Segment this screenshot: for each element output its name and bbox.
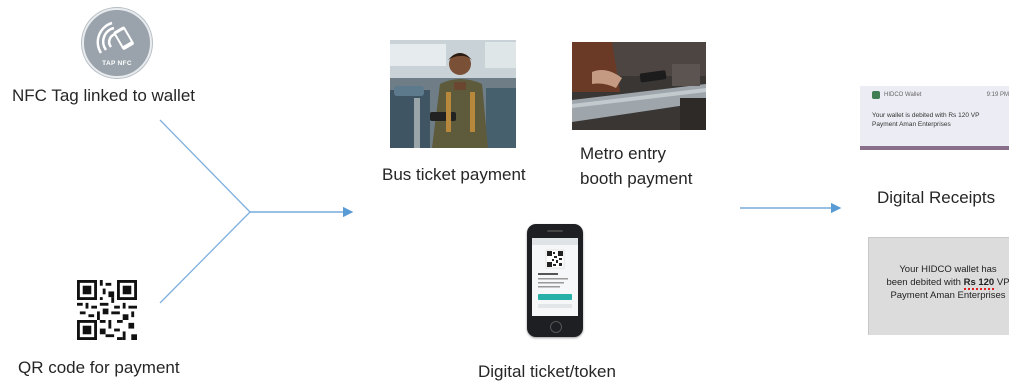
metro-label-line2: booth payment [580,169,693,188]
notification-message: Your wallet is debited with Rs 120 VP Pa… [872,111,1009,129]
sms-line2-suffix: VP [994,277,1009,288]
phone-screen [532,238,578,316]
digital-ticket-label: Digital ticket/token [478,362,616,381]
sms-line2: been debited with Rs 120 VP [868,276,1009,289]
sms-message: Your HIDCO wallet has been debited with … [868,263,1009,302]
qr-label: QR code for payment [18,358,180,377]
notification-time: 9:19 PM [986,92,1009,98]
nfc-badge-text: TAP NFC [102,60,132,67]
bus-label: Bus ticket payment [382,165,526,184]
bus-conductor-photo [390,40,516,148]
phone-home-button [550,321,562,333]
sms-line1: Your HIDCO wallet has [899,264,997,275]
wallet-notification-receipt: HIDCO Wallet 9:19 PM Your wallet is debi… [860,86,1009,150]
qr-connector [159,211,251,304]
nfc-badge-icon: TAP NFC [82,8,152,78]
nfc-connector [159,119,251,213]
sms-line2-prefix: been debited with [886,277,964,288]
metro-label-line1: Metro entry [580,144,666,163]
notification-app-name: HIDCO Wallet [884,92,922,98]
phone-speaker [547,230,563,232]
sms-line3: Payment Aman Enterprises [890,290,1006,301]
sms-amount: Rs 120 [963,277,995,288]
notification-message-line1: Your wallet is debited with Rs 120 VP [872,112,980,119]
metro-gate-photo [572,42,706,130]
smartphone-ticket-icon [527,224,583,337]
qr-code-icon [77,280,137,340]
notification-header: HIDCO Wallet 9:19 PM [860,86,1009,104]
nfc-label: NFC Tag linked to wallet [12,86,195,105]
receipts-label: Digital Receipts [877,188,996,207]
sms-debit-receipt: Your HIDCO wallet has been debited with … [868,237,1009,335]
notification-message-line2: Payment Aman Enterprises [872,121,951,128]
